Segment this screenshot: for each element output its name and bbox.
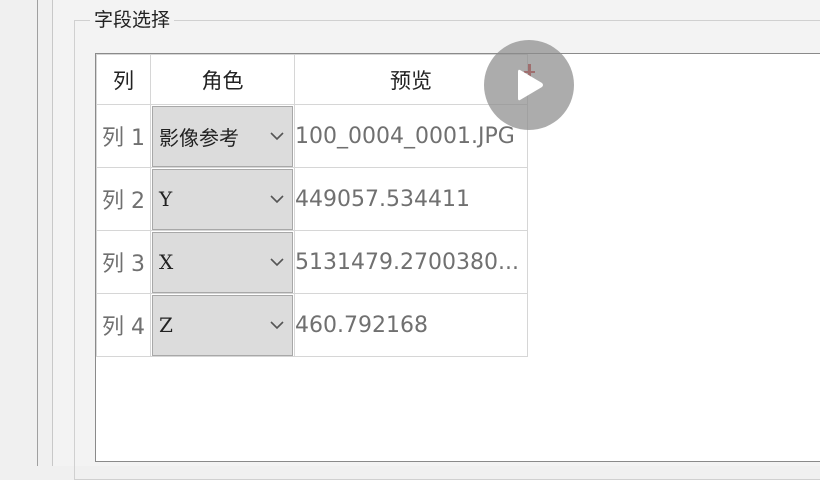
play-button[interactable] (484, 40, 574, 130)
role-cell: 影像参考 (150, 104, 295, 168)
header-column[interactable]: 列 (96, 54, 151, 105)
play-icon (518, 69, 543, 101)
groupbox-title: 字段选择 (90, 6, 175, 34)
role-select[interactable]: X (152, 231, 293, 293)
role-select[interactable]: Z (152, 294, 293, 356)
role-cell: X (150, 230, 295, 294)
role-select-value: Z (159, 313, 173, 337)
table-row: 列 3 X 5131479.2700380... (96, 230, 528, 294)
chevron-down-icon (270, 195, 284, 204)
role-select-value: 影像参考 (159, 125, 239, 150)
table-row: 列 2 Y 449057.534411 (96, 167, 528, 231)
chevron-down-icon (270, 132, 284, 141)
role-select-value: X (159, 250, 174, 274)
window-border-left (37, 0, 38, 466)
row-label: 列 1 (96, 104, 151, 168)
role-select-value: Y (159, 187, 173, 211)
role-select[interactable]: 影像参考 (152, 105, 293, 167)
header-role[interactable]: 角色 (150, 54, 295, 105)
table-row: 列 1 影像参考 100_0004_0001.JPG (96, 104, 528, 168)
preview-cell: 5131479.2700380... (294, 230, 528, 294)
role-select[interactable]: Y (152, 168, 293, 230)
row-label: 列 2 (96, 167, 151, 231)
field-grid: 列 角色 预览 列 1 影像参考 100_0004_0001.JPG 列 2 Y (96, 54, 528, 357)
chevron-down-icon (270, 321, 284, 330)
chevron-down-icon (270, 258, 284, 267)
preview-cell: 449057.534411 (294, 167, 528, 231)
role-cell: Z (150, 293, 295, 357)
row-label: 列 3 (96, 230, 151, 294)
preview-cell: 100_0004_0001.JPG (294, 104, 528, 168)
row-label: 列 4 (96, 293, 151, 357)
grid-header-row: 列 角色 预览 (96, 54, 528, 105)
table-row: 列 4 Z 460.792168 (96, 293, 528, 357)
preview-cell: 460.792168 (294, 293, 528, 357)
role-cell: Y (150, 167, 295, 231)
